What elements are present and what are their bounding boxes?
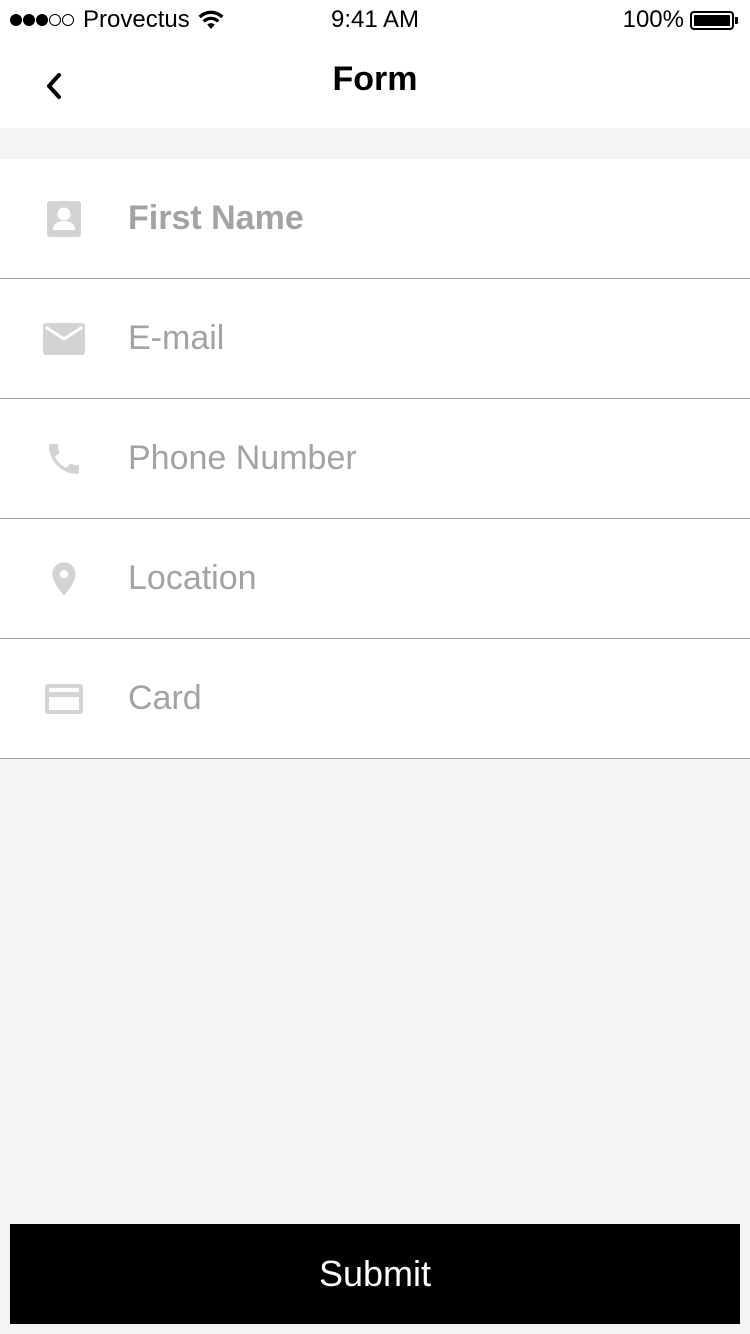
submit-button[interactable]: Submit — [10, 1224, 740, 1324]
first-name-row — [0, 159, 750, 279]
email-input[interactable] — [128, 313, 720, 364]
page-title: Form — [332, 60, 418, 98]
card-row — [0, 639, 750, 759]
person-icon — [42, 197, 86, 241]
location-input[interactable] — [128, 553, 720, 604]
location-pin-icon — [42, 557, 86, 601]
card-input[interactable] — [128, 673, 720, 724]
battery-fill — [694, 14, 730, 26]
mail-icon — [42, 317, 86, 361]
phone-row — [0, 399, 750, 519]
status-bar: Provectus 9:41 AM 100% — [0, 0, 750, 40]
status-right: 100% — [623, 5, 738, 35]
navigation-bar: Form — [0, 40, 750, 128]
email-row — [0, 279, 750, 399]
form-list — [0, 159, 750, 759]
battery-tip — [735, 16, 738, 24]
first-name-input[interactable] — [128, 193, 720, 244]
battery-percentage: 100% — [622, 6, 684, 33]
phone-number-input[interactable] — [128, 433, 720, 484]
credit-card-icon — [42, 677, 86, 721]
phone-icon — [42, 437, 86, 481]
battery-icon — [690, 10, 734, 30]
location-row — [0, 519, 750, 639]
